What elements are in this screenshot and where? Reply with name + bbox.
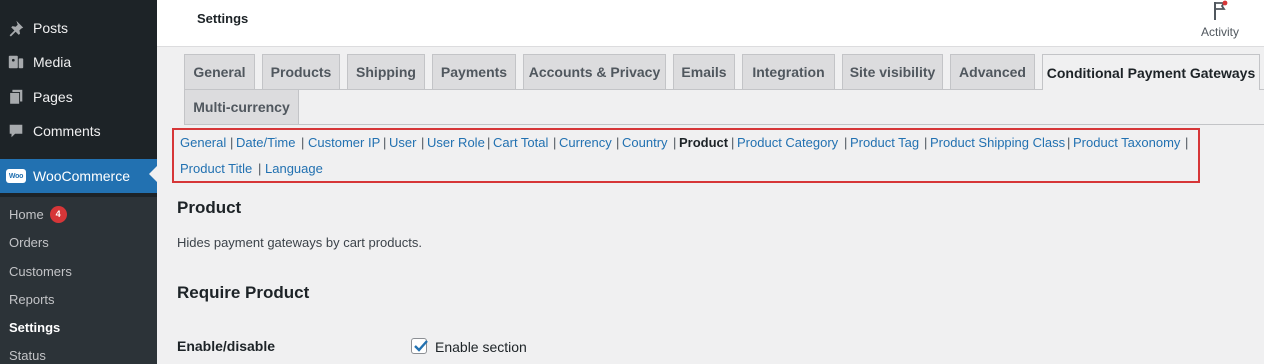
submenu-item-status[interactable]: Status xyxy=(9,345,46,364)
checkmark-icon xyxy=(414,340,428,352)
woocommerce-icon: Woo xyxy=(6,166,26,186)
section-link-user-role[interactable]: User Role xyxy=(427,135,485,150)
link-separator: | xyxy=(230,135,234,150)
section-description: Hides payment gateways by cart products. xyxy=(177,235,422,250)
submenu-item-label: Status xyxy=(9,347,46,363)
link-separator: | xyxy=(616,135,620,150)
enable-section-label: Enable section xyxy=(435,339,527,355)
submenu-item-label: Reports xyxy=(9,291,55,307)
activity-label: Activity xyxy=(1200,25,1239,39)
submenu-item-label: Customers xyxy=(9,263,72,279)
flag-icon xyxy=(1198,0,1242,22)
tab-accounts-privacy[interactable]: Accounts & Privacy xyxy=(523,54,666,89)
enable-section-checkbox[interactable] xyxy=(411,338,428,354)
menu-item-label: Comments xyxy=(33,123,101,139)
tab-multi-currency[interactable]: Multi-currency xyxy=(184,89,299,124)
submenu-item-home[interactable]: Home 4 xyxy=(9,204,67,224)
menu-item-label: Posts xyxy=(33,20,69,36)
submenu-item-label: Settings xyxy=(9,319,61,335)
activity-button[interactable]: Activity xyxy=(1198,0,1242,39)
notification-badge: 4 xyxy=(49,205,67,223)
link-separator: | xyxy=(383,135,387,150)
menu-item-woocommerce[interactable]: Woo WooCommerce xyxy=(0,159,157,193)
section-link-product-category[interactable]: Product Category xyxy=(737,135,838,150)
link-separator: | xyxy=(844,135,848,150)
submenu-item-reports[interactable]: Reports xyxy=(9,289,55,309)
section-link-cart-total[interactable]: Cart Total xyxy=(493,135,548,150)
pages-icon xyxy=(6,87,26,107)
section-link-general[interactable]: General xyxy=(180,135,226,150)
submenu-item-orders[interactable]: Orders xyxy=(9,232,49,252)
media-icon xyxy=(6,52,26,72)
menu-item-pages[interactable]: Pages xyxy=(0,80,157,114)
tab-site-visibility[interactable]: Site visibility xyxy=(842,54,943,89)
subsection-heading: Require Product xyxy=(177,283,310,302)
link-separator: | xyxy=(673,135,677,150)
link-separator: | xyxy=(1067,135,1071,150)
submenu-item-label: Orders xyxy=(9,234,49,250)
tab-conditional-payment-gateways[interactable]: Conditional Payment Gateways xyxy=(1042,54,1260,90)
menu-item-media[interactable]: Media xyxy=(0,45,157,79)
tab-products[interactable]: Products xyxy=(262,54,340,89)
menu-item-posts[interactable]: Posts xyxy=(0,11,157,45)
tab-shipping[interactable]: Shipping xyxy=(347,54,425,89)
page-title: Settings xyxy=(197,11,249,26)
menu-item-label: Pages xyxy=(33,89,73,105)
link-separator: | xyxy=(301,135,305,150)
submenu-item-settings[interactable]: Settings xyxy=(9,317,60,337)
section-link-currency[interactable]: Currency xyxy=(559,135,612,150)
tabs-divider xyxy=(184,124,1264,125)
pin-icon xyxy=(6,18,26,38)
menu-item-label: Media xyxy=(33,54,72,70)
comments-icon xyxy=(6,121,26,141)
section-heading: Product xyxy=(177,198,242,217)
link-separator: | xyxy=(1185,135,1189,150)
section-link-product[interactable]: Product xyxy=(679,135,728,150)
section-link-date-time[interactable]: Date/Time xyxy=(236,135,295,150)
section-link-user[interactable]: User xyxy=(389,135,416,150)
section-link-country[interactable]: Country xyxy=(622,135,668,150)
woo-logo: Woo xyxy=(6,169,26,183)
section-link-product-taxonomy[interactable]: Product Taxonomy xyxy=(1073,135,1180,150)
submenu-item-customers[interactable]: Customers xyxy=(9,261,72,281)
section-link-product-title[interactable]: Product Title xyxy=(180,161,252,176)
link-separator: | xyxy=(487,135,491,150)
section-link-product-tag[interactable]: Product Tag xyxy=(850,135,919,150)
tab-emails[interactable]: Emails xyxy=(673,54,735,89)
tab-integration[interactable]: Integration xyxy=(742,54,835,89)
page-header: Settings Activity xyxy=(157,0,1264,47)
woocommerce-submenu: Home 4 Orders Customers Reports Settings… xyxy=(0,197,157,364)
submenu-item-label: Home xyxy=(9,206,44,222)
tab-advanced[interactable]: Advanced xyxy=(950,54,1035,89)
active-menu-arrow xyxy=(149,166,157,182)
link-separator: | xyxy=(258,161,262,176)
tab-payments[interactable]: Payments xyxy=(432,54,516,89)
admin-sidebar: Posts Media Pages Comments Woo WooCommer… xyxy=(0,0,157,364)
enable-disable-label: Enable/disable xyxy=(177,338,276,354)
section-link-language[interactable]: Language xyxy=(265,161,323,176)
section-link-customer-ip[interactable]: Customer IP xyxy=(308,135,380,150)
link-separator: | xyxy=(553,135,557,150)
link-separator: | xyxy=(731,135,735,150)
link-separator: | xyxy=(924,135,928,150)
menu-item-label: WooCommerce xyxy=(33,168,130,184)
link-separator: | xyxy=(421,135,425,150)
menu-item-comments[interactable]: Comments xyxy=(0,114,157,148)
tab-general[interactable]: General xyxy=(184,54,255,89)
section-link-product-shipping-class[interactable]: Product Shipping Class xyxy=(930,135,1065,150)
